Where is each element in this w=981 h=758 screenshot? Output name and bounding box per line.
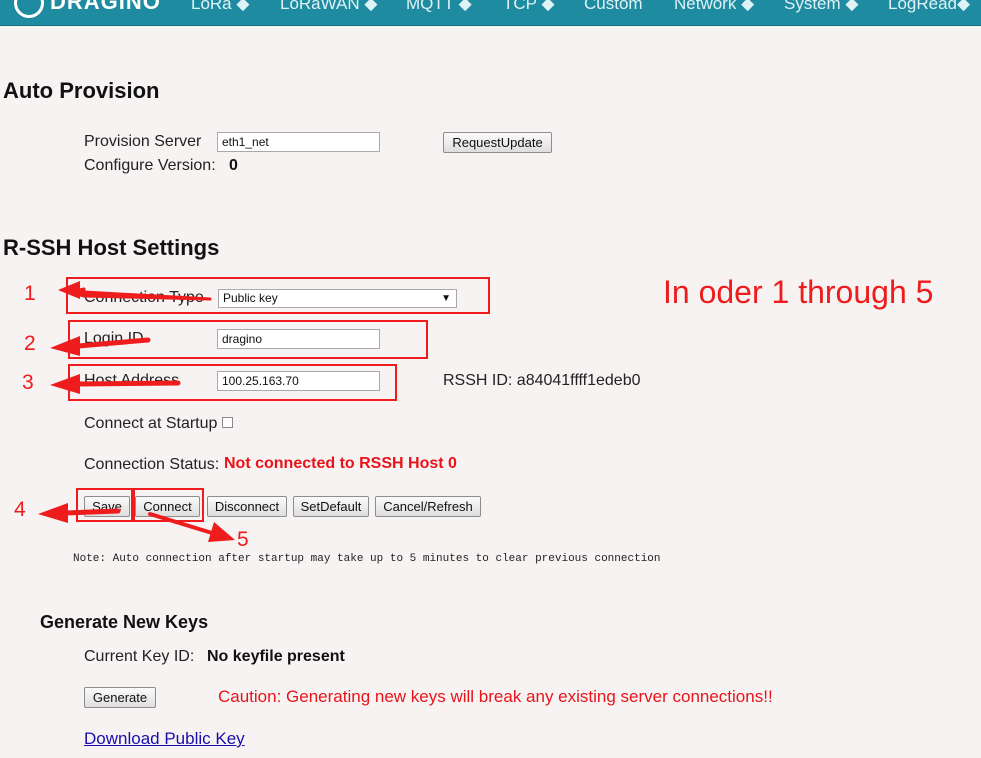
annotation-number-3: 3 [22,371,34,394]
current-key-value: No keyfile present [207,648,345,665]
nav-custom[interactable]: Custom [584,0,643,14]
generate-keys-title: Generate New Keys [40,612,209,632]
annotation-box-3 [68,364,397,401]
nav-mqtt[interactable]: MQTT ◆ [406,0,472,14]
connection-status-value: Not connected to RSSH Host 0 [224,455,457,472]
chevron-down-icon: ◆ [458,0,472,13]
annotation-number-4: 4 [14,498,26,521]
annotation-box-4 [76,488,133,522]
nav-system[interactable]: System ◆ [784,0,859,14]
logo-text: DRAGINO [50,0,161,14]
chevron-down-icon: ◆ [236,0,250,13]
configure-version-value: 0 [229,157,238,174]
connection-status-label: Connection Status: [84,456,220,473]
chevron-down-icon: ◆ [364,0,378,13]
disconnect-button[interactable]: Disconnect [207,496,287,517]
nav-network[interactable]: Network ◆ [674,0,754,14]
top-navbar: DRAGINO LoRa ◆ LoRaWAN ◆ MQTT ◆ TCP ◆ Cu… [0,0,981,26]
provision-server-label: Provision Server [84,133,202,150]
nav-logread[interactable]: LogRead◆ [888,0,970,14]
auto-connection-note: Note: Auto connection after startup may … [73,553,661,565]
logo-icon [14,0,44,18]
configure-version-label: Configure Version: [84,157,216,174]
chevron-down-icon: ◆ [845,0,859,13]
chevron-down-icon: ◆ [541,0,555,13]
current-key-label: Current Key ID: [84,648,195,665]
annotation-box-5 [133,488,204,522]
request-update-button[interactable]: RequestUpdate [443,132,552,153]
download-public-key-link[interactable]: Download Public Key [84,729,245,749]
connect-at-startup-checkbox[interactable] [222,417,233,428]
generate-button[interactable]: Generate [84,687,156,708]
annotation-number-2: 2 [24,332,36,355]
annotation-box-2 [68,320,428,359]
provision-server-input[interactable] [217,132,380,152]
connect-at-startup-label: Connect at Startup [84,415,218,432]
caution-message: Caution: Generating new keys will break … [218,687,773,706]
annotation-heading: In oder 1 through 5 [663,274,934,310]
annotation-box-1 [66,277,490,314]
nav-lorawan[interactable]: LoRaWAN ◆ [280,0,377,14]
set-default-button[interactable]: SetDefault [293,496,369,517]
rssh-settings-title: R-SSH Host Settings [3,235,220,260]
annotation-number-1: 1 [24,282,36,305]
annotation-number-5: 5 [237,528,249,551]
chevron-down-icon: ◆ [957,0,971,13]
cancel-refresh-button[interactable]: Cancel/Refresh [375,496,481,517]
nav-tcp[interactable]: TCP ◆ [503,0,555,14]
dragino-logo[interactable]: DRAGINO [14,0,184,22]
rssh-id-text: RSSH ID: a84041ffff1edeb0 [443,372,641,389]
nav-lora[interactable]: LoRa ◆ [191,0,249,14]
chevron-down-icon: ◆ [741,0,755,13]
auto-provision-title: Auto Provision [3,78,160,103]
